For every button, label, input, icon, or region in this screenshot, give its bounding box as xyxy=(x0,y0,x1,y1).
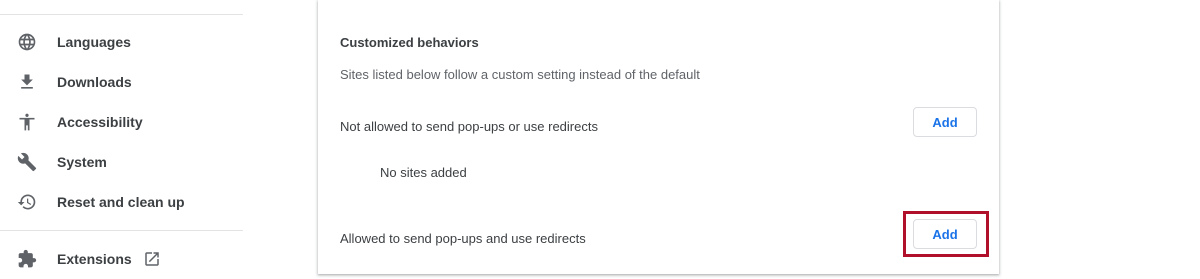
puzzle-icon xyxy=(17,249,37,269)
add-blocked-site-button[interactable]: Add xyxy=(913,107,977,137)
add-allowed-site-button[interactable]: Add xyxy=(913,219,977,249)
restore-icon xyxy=(17,192,37,212)
globe-icon xyxy=(17,32,37,52)
download-icon xyxy=(17,72,37,92)
sidebar-divider-bottom xyxy=(0,230,243,231)
settings-card: Customized behaviors Sites listed below … xyxy=(318,0,999,274)
sidebar-item-label: System xyxy=(57,154,107,170)
sidebar-item-extensions[interactable]: Extensions xyxy=(0,239,243,279)
sidebar-item-label: Languages xyxy=(57,34,131,50)
allowed-sites-label: Allowed to send pop-ups and use redirect… xyxy=(340,231,586,246)
sidebar-item-system[interactable]: System xyxy=(0,142,243,182)
sidebar-item-languages[interactable]: Languages xyxy=(0,22,243,62)
sidebar-item-downloads[interactable]: Downloads xyxy=(0,62,243,102)
section-description: Sites listed below follow a custom setti… xyxy=(340,67,700,82)
blocked-empty-text: No sites added xyxy=(380,165,467,180)
blocked-sites-label: Not allowed to send pop-ups or use redir… xyxy=(340,119,598,134)
sidebar-item-label: Extensions xyxy=(57,251,132,267)
settings-sidebar: Languages Downloads Accessibility System… xyxy=(0,0,243,274)
sidebar-item-label: Accessibility xyxy=(57,114,143,130)
sidebar-item-accessibility[interactable]: Accessibility xyxy=(0,102,243,142)
section-title: Customized behaviors xyxy=(340,35,479,50)
wrench-icon xyxy=(17,152,37,172)
sidebar-divider-top xyxy=(0,14,243,15)
sidebar-item-reset[interactable]: Reset and clean up xyxy=(0,182,243,222)
open-in-new-icon xyxy=(143,250,161,268)
sidebar-item-label: Reset and clean up xyxy=(57,194,185,210)
sidebar-item-label: Downloads xyxy=(57,74,132,90)
accessibility-icon xyxy=(17,112,37,132)
